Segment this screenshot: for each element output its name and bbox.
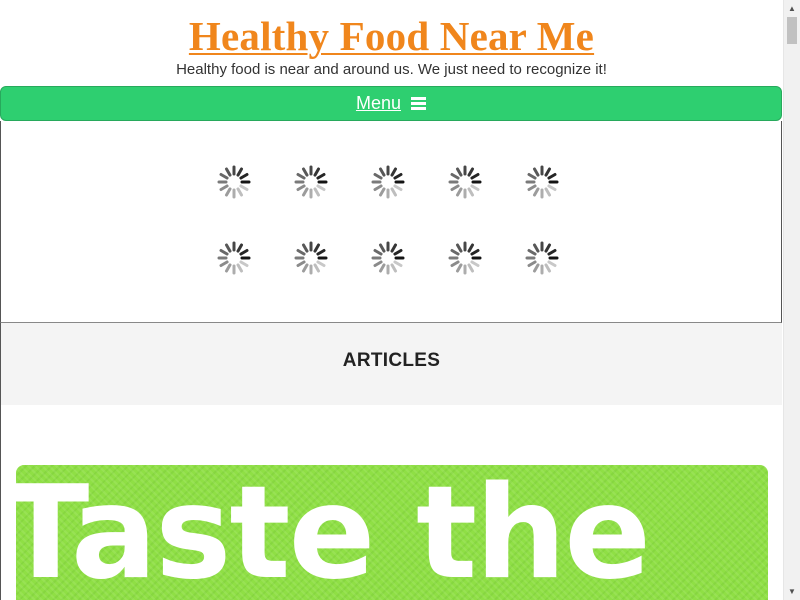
loading-spinner-icon — [448, 165, 482, 199]
site-tagline: Healthy food is near and around us. We j… — [176, 61, 607, 78]
loading-spinner-icon — [217, 241, 251, 275]
site-title-link[interactable]: Healthy Food Near Me — [189, 14, 594, 58]
loading-spinner-icon — [371, 165, 405, 199]
hamburger-icon — [411, 97, 427, 110]
menu-toggle-button[interactable]: Menu — [0, 86, 782, 121]
article-list: Taste the — [0, 405, 782, 600]
scroll-up-arrow-icon[interactable]: ▲ — [784, 0, 800, 17]
featured-image-text: Taste the — [16, 465, 651, 600]
scrollbar-thumb[interactable] — [787, 17, 797, 44]
vertical-scrollbar[interactable]: ▲ ▼ — [783, 0, 800, 600]
loading-panel — [0, 121, 782, 323]
loading-spinner-icon — [294, 241, 328, 275]
loading-spinner-icon — [448, 241, 482, 275]
articles-section-header: ARTICLES — [0, 323, 782, 405]
loading-spinner-icon — [294, 165, 328, 199]
featured-article-image[interactable]: Taste the — [16, 465, 768, 600]
loading-spinner-icon — [371, 241, 405, 275]
loading-spinner-icon — [525, 165, 559, 199]
menu-label: Menu — [355, 93, 401, 113]
loading-spinner-icon — [525, 241, 559, 275]
page-viewport: Healthy Food Near Me Healthy food is nea… — [0, 0, 783, 600]
scroll-down-arrow-icon[interactable]: ▼ — [784, 583, 800, 600]
site-header: Healthy Food Near Me Healthy food is nea… — [0, 0, 783, 78]
loading-spinner-icon — [217, 165, 251, 199]
articles-heading: ARTICLES — [342, 350, 441, 371]
